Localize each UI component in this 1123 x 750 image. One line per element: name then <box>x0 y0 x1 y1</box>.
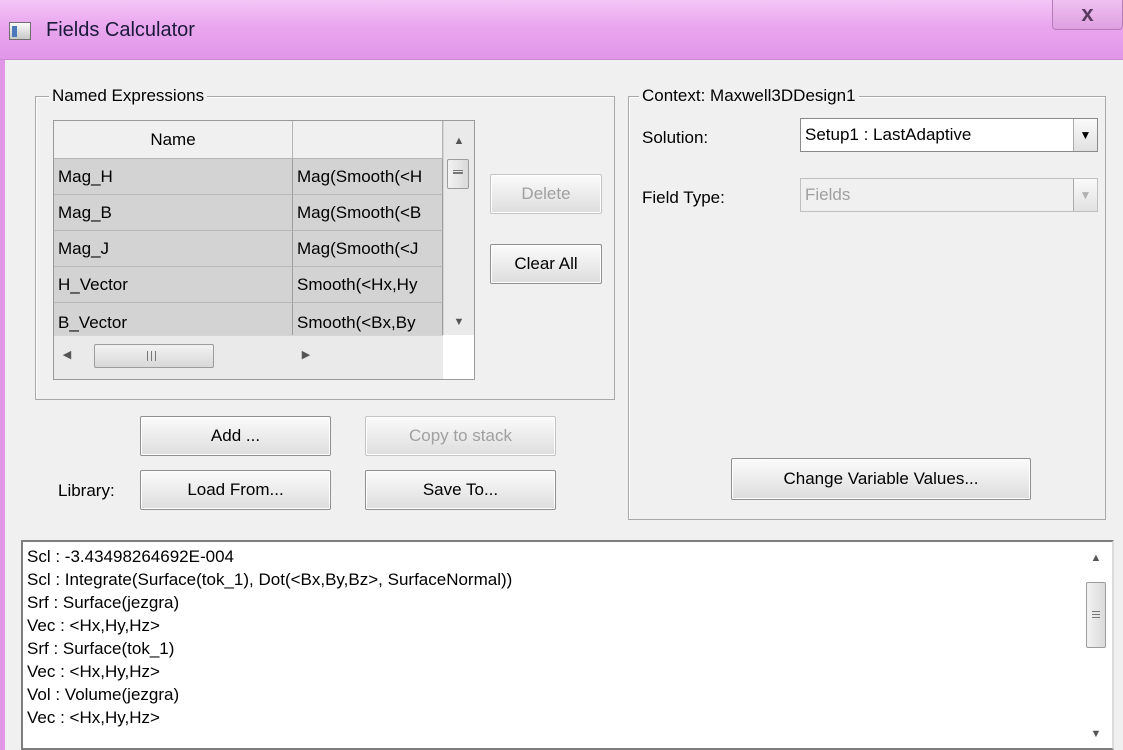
scroll-up-arrow-icon[interactable]: ▲ <box>444 135 474 147</box>
solution-value: Setup1 : LastAdaptive <box>805 125 972 144</box>
stack-item[interactable]: Srf : Surface(tok_1) <box>27 637 174 660</box>
solution-label: Solution: <box>642 128 709 147</box>
library-label: Library: <box>58 481 115 500</box>
vertical-scroll-thumb[interactable] <box>447 159 469 189</box>
row-name-cell[interactable]: Mag_H <box>54 159 293 195</box>
load-from-button[interactable]: Load From... <box>140 470 331 510</box>
close-button[interactable]: x <box>1052 0 1123 30</box>
app-icon[interactable] <box>9 22 31 40</box>
stack-item[interactable]: Vol : Volume(jezgra) <box>27 683 179 706</box>
solution-select[interactable]: Setup1 : LastAdaptive ▼ <box>800 118 1098 152</box>
stack-vertical-scrollbar[interactable]: ▲ ▼ <box>1079 542 1112 748</box>
stack-item[interactable]: Vec : <Hx,Hy,Hz> <box>27 706 160 729</box>
stack-item[interactable]: Srf : Surface(jezgra) <box>27 591 179 614</box>
row-expression-cell[interactable]: Smooth(<Bx,By <box>293 303 443 336</box>
stack-list[interactable]: Scl : -3.43498264692E-004 Scl : Integrat… <box>21 540 1114 750</box>
table-vertical-scrollbar[interactable]: ▲ ▼ <box>443 121 474 335</box>
row-expression-cell[interactable]: Mag(Smooth(<B <box>293 195 443 231</box>
row-name-cell[interactable]: B_Vector <box>54 303 293 336</box>
save-to-button[interactable]: Save To... <box>365 470 556 510</box>
column-header-name-label: Name <box>150 130 196 149</box>
context-label: Context: Maxwell3DDesign1 <box>639 85 859 107</box>
row-name-cell[interactable]: Mag_J <box>54 231 293 267</box>
stack-item[interactable]: Scl : Integrate(Surface(tok_1), Dot(<Bx,… <box>27 568 512 591</box>
scroll-left-arrow-icon[interactable]: ◀ <box>60 348 74 361</box>
scroll-down-arrow-icon[interactable]: ▼ <box>1079 728 1112 740</box>
scroll-up-arrow-icon[interactable]: ▲ <box>1079 552 1112 564</box>
field-type-label: Field Type: <box>642 188 725 207</box>
delete-button[interactable]: Delete <box>490 174 602 214</box>
title-bar: Fields Calculator x <box>0 0 1123 60</box>
row-name-cell[interactable]: H_Vector <box>54 267 293 303</box>
stack-item[interactable]: Vec : <Hx,Hy,Hz> <box>27 660 160 683</box>
row-expression-cell[interactable]: Mag(Smooth(<H <box>293 159 443 195</box>
row-expression-cell[interactable]: Smooth(<Hx,Hy <box>293 267 443 303</box>
named-expressions-label: Named Expressions <box>49 85 208 107</box>
stack-scroll-thumb[interactable] <box>1086 582 1106 648</box>
scroll-down-arrow-icon[interactable]: ▼ <box>444 316 474 328</box>
copy-to-stack-button[interactable]: Copy to stack <box>365 416 556 456</box>
table-horizontal-scrollbar[interactable]: ◀ ▶ <box>54 335 443 379</box>
add-button[interactable]: Add ... <box>140 416 331 456</box>
horizontal-scroll-thumb[interactable] <box>94 344 214 368</box>
named-expressions-table[interactable]: Name Mag_H Mag(Smooth(<H Mag_B Mag(Smoot… <box>53 120 475 380</box>
column-header-name[interactable]: Name <box>54 121 293 159</box>
field-type-select[interactable]: Fields ▼ <box>800 178 1098 212</box>
field-type-value: Fields <box>805 185 851 204</box>
chevron-down-icon[interactable]: ▼ <box>1073 119 1097 151</box>
window-title: Fields Calculator <box>46 19 195 41</box>
column-header-expression[interactable] <box>293 121 443 159</box>
chevron-down-icon[interactable]: ▼ <box>1073 179 1097 211</box>
window-border <box>0 60 5 750</box>
stack-item[interactable]: Vec : <Hx,Hy,Hz> <box>27 614 160 637</box>
scroll-right-arrow-icon[interactable]: ▶ <box>299 348 313 361</box>
context-group: Context: Maxwell3DDesign1 <box>628 85 1106 520</box>
row-expression-cell[interactable]: Mag(Smooth(<J <box>293 231 443 267</box>
change-variable-values-button[interactable]: Change Variable Values... <box>731 458 1031 500</box>
clear-all-button[interactable]: Clear All <box>490 244 602 284</box>
row-name-cell[interactable]: Mag_B <box>54 195 293 231</box>
stack-item[interactable]: Scl : -3.43498264692E-004 <box>27 545 234 568</box>
